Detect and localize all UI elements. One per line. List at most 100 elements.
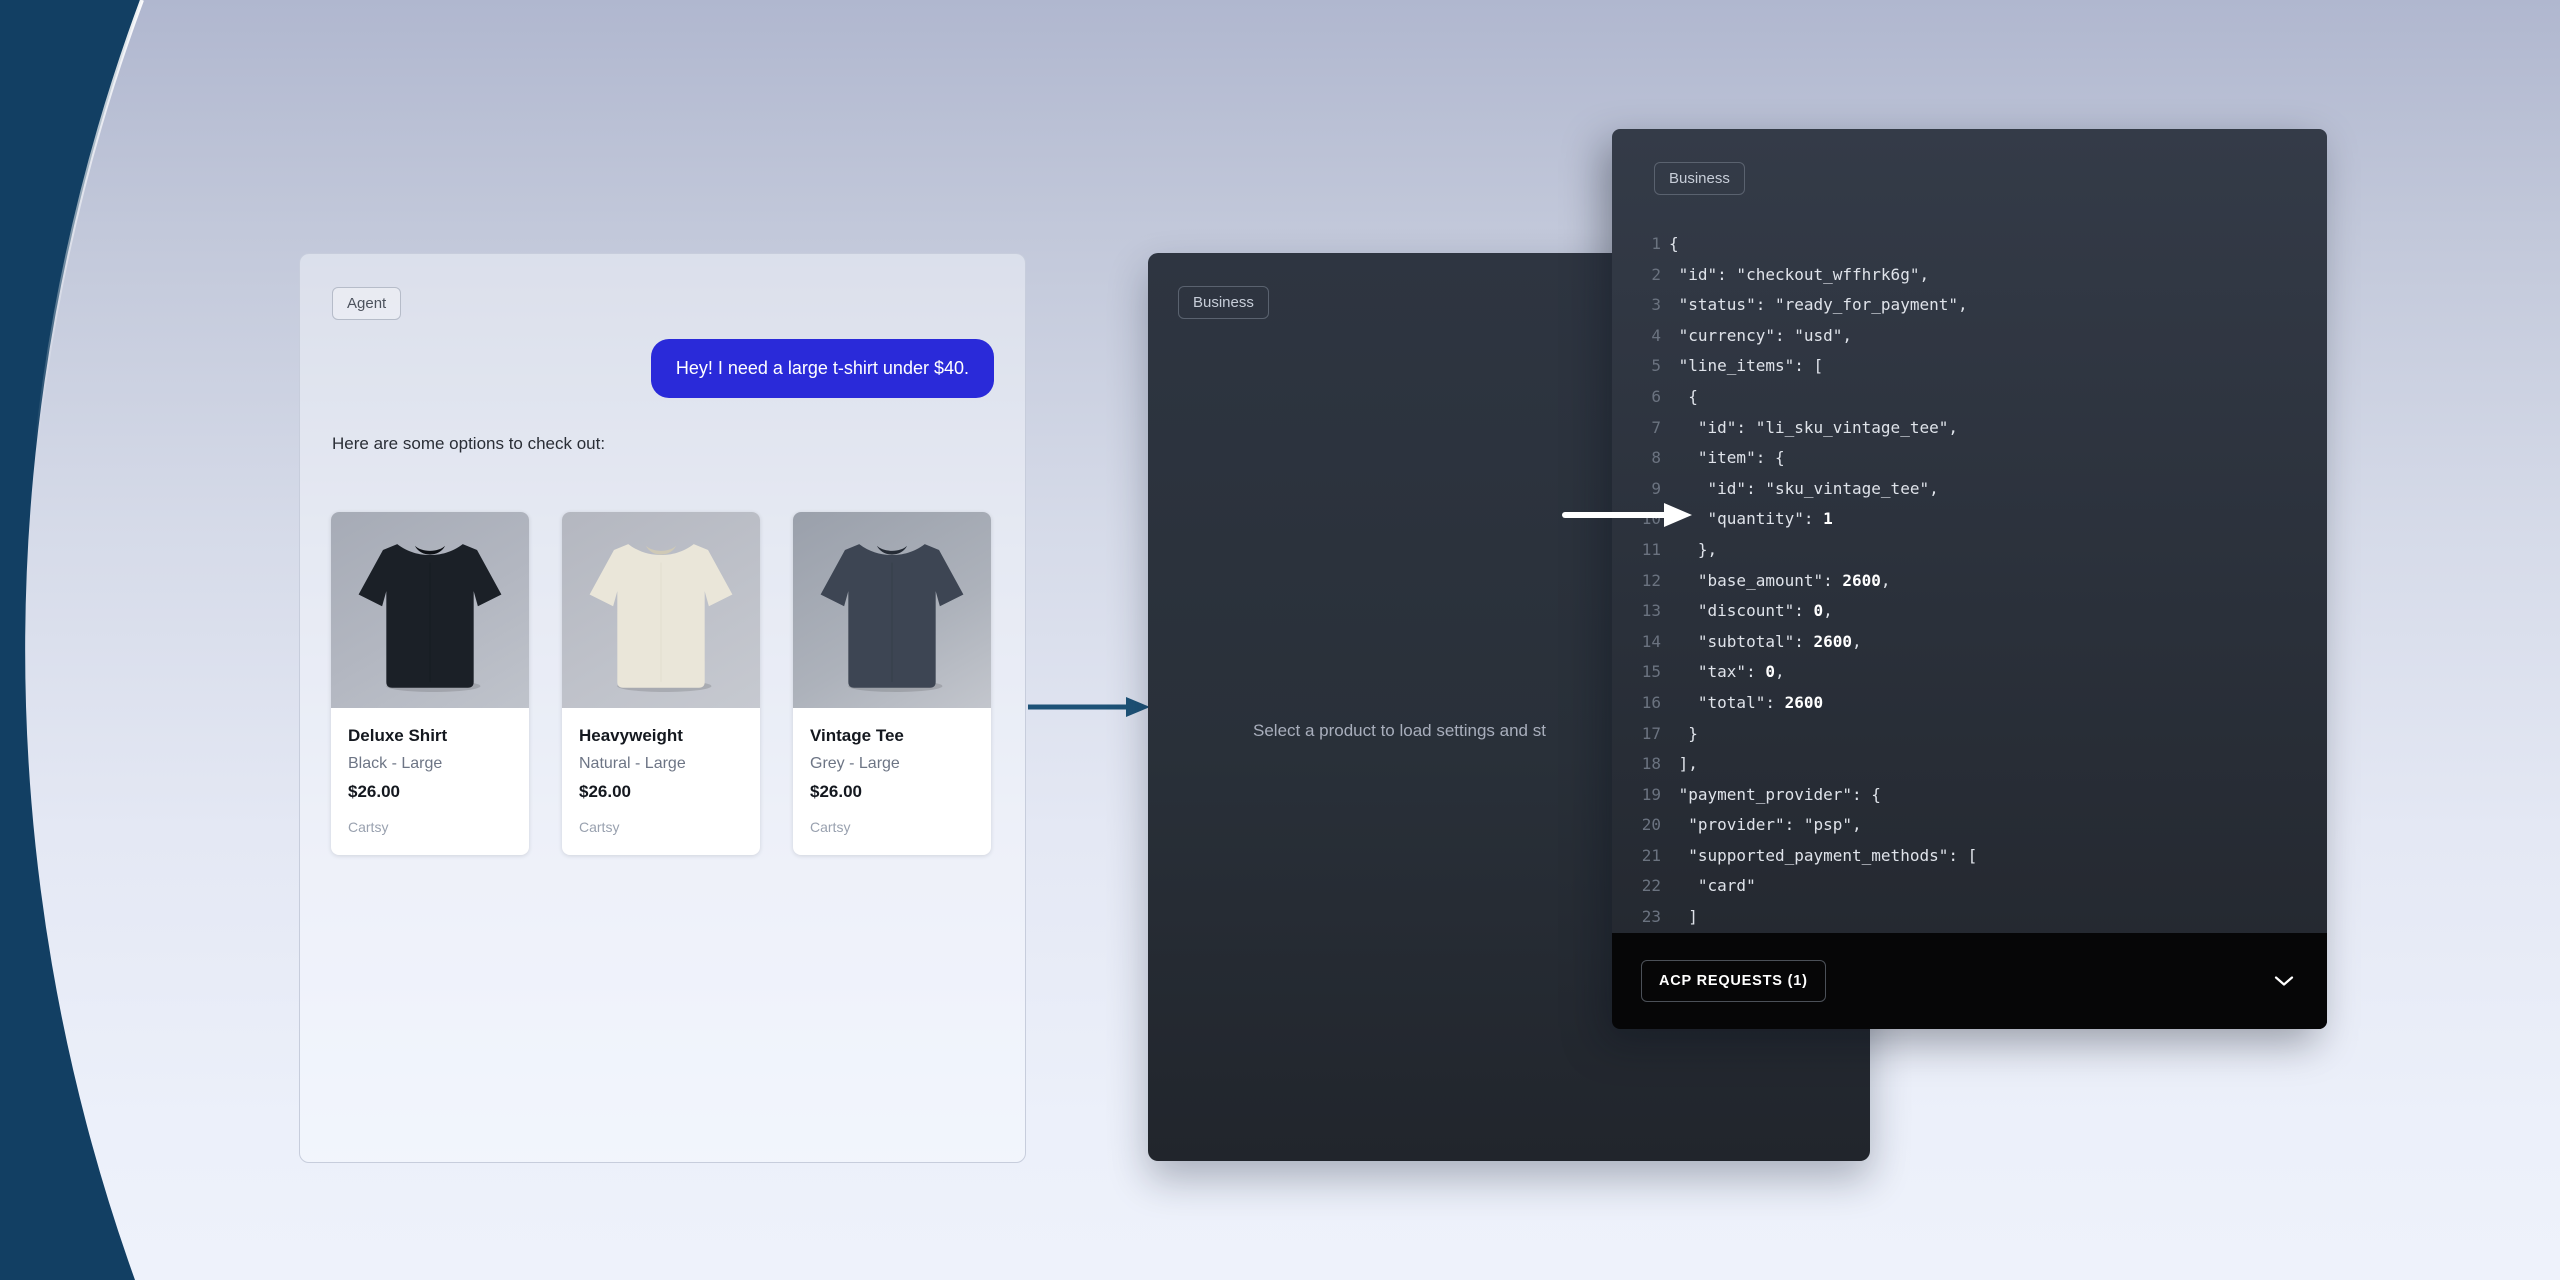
line-content: ],: [1669, 749, 1698, 780]
code-line: 16 "total": 2600: [1612, 688, 2327, 719]
line-content: "status": "ready_for_payment",: [1669, 290, 1968, 321]
line-number: 23: [1624, 902, 1661, 933]
line-number: 1: [1624, 229, 1661, 260]
code-line: 3 "status": "ready_for_payment",: [1612, 290, 2327, 321]
line-content: "line_items": [: [1669, 351, 1823, 382]
line-number: 22: [1624, 871, 1661, 902]
product-image-tshirt: [793, 512, 991, 708]
line-content: "payment_provider": {: [1669, 780, 1881, 811]
screenshot-stage: Agent Hey! I need a large t-shirt under …: [0, 0, 2560, 1280]
business-empty-state-text: Select a product to load settings and st: [1253, 721, 1546, 741]
product-variant: Black - Large: [348, 755, 512, 773]
line-number: 19: [1624, 780, 1661, 811]
code-line: 9 "id": "sku_vintage_tee",: [1612, 474, 2327, 505]
json-code-viewer: 1 { 2 "id": "checkout_wffhrk6g", 3 "stat…: [1612, 229, 2327, 933]
user-message-bubble: Hey! I need a large t-shirt under $40.: [651, 339, 994, 398]
line-content: "provider": "psp",: [1669, 810, 1862, 841]
product-variant: Natural - Large: [579, 755, 743, 773]
code-line: 10 "quantity": 1: [1612, 504, 2327, 535]
chevron-down-icon[interactable]: [2274, 976, 2294, 987]
product-card-info: Heavyweight Natural - Large $26.00 Carts…: [562, 708, 760, 855]
product-image-tshirt: [562, 512, 760, 708]
product-card-info: Deluxe Shirt Black - Large $26.00 Cartsy: [331, 708, 529, 855]
product-title: Heavyweight: [579, 726, 743, 746]
line-content: {: [1669, 382, 1698, 413]
product-card-info: Vintage Tee Grey - Large $26.00 Cartsy: [793, 708, 991, 855]
code-line: 1 {: [1612, 229, 2327, 260]
code-line: 20 "provider": "psp",: [1612, 810, 2327, 841]
line-content: },: [1669, 535, 1717, 566]
line-number: 13: [1624, 596, 1661, 627]
line-content: "tax": 0,: [1669, 657, 1785, 688]
product-image-tshirt: [331, 512, 529, 708]
product-variant: Grey - Large: [810, 755, 974, 773]
acp-requests-button[interactable]: ACP REQUESTS (1): [1641, 960, 1826, 1002]
code-line: 15 "tax": 0,: [1612, 657, 2327, 688]
line-number: 5: [1624, 351, 1661, 382]
line-number: 15: [1624, 657, 1661, 688]
line-content: ]: [1669, 902, 1698, 933]
product-price: $26.00: [810, 782, 974, 802]
code-line: 21 "supported_payment_methods": [: [1612, 841, 2327, 872]
line-number: 20: [1624, 810, 1661, 841]
business-badge: Business: [1654, 162, 1745, 195]
code-line: 13 "discount": 0,: [1612, 596, 2327, 627]
product-price: $26.00: [579, 782, 743, 802]
line-number: 3: [1624, 290, 1661, 321]
code-line: 18 ],: [1612, 749, 2327, 780]
line-content: "base_amount": 2600,: [1669, 566, 1891, 597]
code-line: 12 "base_amount": 2600,: [1612, 566, 2327, 597]
line-number: 17: [1624, 719, 1661, 750]
code-line: 4 "currency": "usd",: [1612, 321, 2327, 352]
line-number: 12: [1624, 566, 1661, 597]
line-number: 2: [1624, 260, 1661, 291]
product-card[interactable]: Deluxe Shirt Black - Large $26.00 Cartsy: [331, 512, 529, 855]
business-badge: Business: [1178, 286, 1269, 319]
arrow-right-icon: [1026, 693, 1154, 721]
line-number: 4: [1624, 321, 1661, 352]
arrow-right-icon: [1560, 500, 1696, 530]
line-number: 11: [1624, 535, 1661, 566]
line-content: {: [1669, 229, 1679, 260]
product-brand: Cartsy: [579, 819, 743, 835]
code-line: 2 "id": "checkout_wffhrk6g",: [1612, 260, 2327, 291]
line-number: 14: [1624, 627, 1661, 658]
code-line: 14 "subtotal": 2600,: [1612, 627, 2327, 658]
line-content: "supported_payment_methods": [: [1669, 841, 1977, 872]
acp-requests-bar: ACP REQUESTS (1): [1612, 933, 2327, 1029]
line-content: "total": 2600: [1669, 688, 1823, 719]
line-content: }: [1669, 719, 1698, 750]
line-number: 7: [1624, 413, 1661, 444]
product-card[interactable]: Heavyweight Natural - Large $26.00 Carts…: [562, 512, 760, 855]
product-brand: Cartsy: [810, 819, 974, 835]
product-card[interactable]: Vintage Tee Grey - Large $26.00 Cartsy: [793, 512, 991, 855]
line-content: "currency": "usd",: [1669, 321, 1852, 352]
product-card-list: Deluxe Shirt Black - Large $26.00 Cartsy: [331, 512, 991, 855]
code-line: 17 }: [1612, 719, 2327, 750]
code-line: 22 "card": [1612, 871, 2327, 902]
code-line: 6 {: [1612, 382, 2327, 413]
line-number: 6: [1624, 382, 1661, 413]
product-price: $26.00: [348, 782, 512, 802]
line-number: 16: [1624, 688, 1661, 719]
line-content: "card": [1669, 871, 1756, 902]
agent-chat-panel: Agent Hey! I need a large t-shirt under …: [299, 253, 1026, 1163]
code-line: 5 "line_items": [: [1612, 351, 2327, 382]
line-content: "id": "checkout_wffhrk6g",: [1669, 260, 1929, 291]
code-line: 11 },: [1612, 535, 2327, 566]
agent-badge: Agent: [332, 287, 401, 320]
line-number: 8: [1624, 443, 1661, 474]
line-number: 18: [1624, 749, 1661, 780]
product-brand: Cartsy: [348, 819, 512, 835]
product-title: Deluxe Shirt: [348, 726, 512, 746]
code-line: 8 "item": {: [1612, 443, 2327, 474]
checkout-json-panel: Business 1 { 2 "id": "checkout_wffhrk6g"…: [1612, 129, 2327, 1029]
line-content: "id": "sku_vintage_tee",: [1669, 474, 1939, 505]
line-content: "id": "li_sku_vintage_tee",: [1669, 413, 1958, 444]
line-content: "discount": 0,: [1669, 596, 1833, 627]
code-line: 19 "payment_provider": {: [1612, 780, 2327, 811]
product-title: Vintage Tee: [810, 726, 974, 746]
code-line: 23 ]: [1612, 902, 2327, 933]
line-content: "item": {: [1669, 443, 1785, 474]
code-line: 7 "id": "li_sku_vintage_tee",: [1612, 413, 2327, 444]
